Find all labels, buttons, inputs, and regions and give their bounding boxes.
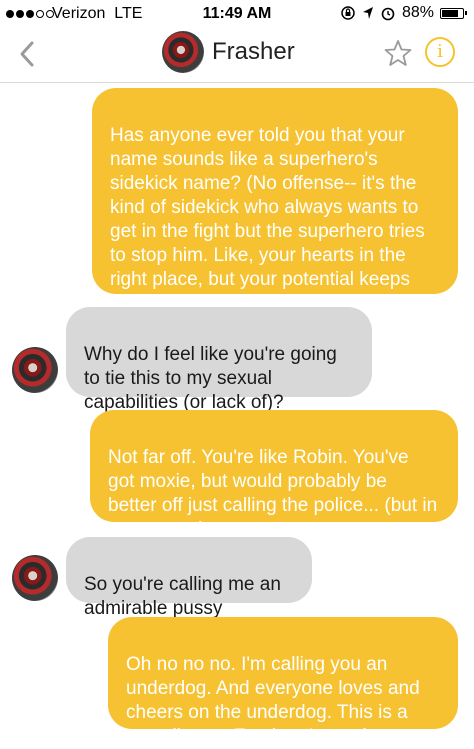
status-icons: 88%	[340, 4, 467, 22]
message-bubble-incoming: Why do I feel like you're going to tie t…	[66, 307, 372, 413]
message-bubble-incoming: So you're calling me an admirable pussy	[66, 537, 312, 619]
info-button[interactable]: i	[425, 37, 455, 67]
message-text: Has anyone ever told you that your name …	[110, 125, 425, 314]
message-bubble-outgoing: Not far off. You're like Robin. You've g…	[90, 410, 458, 540]
message-bubble-outgoing: Oh no no no. I'm calling you an underdog…	[108, 617, 458, 747]
favorite-button[interactable]	[383, 38, 413, 68]
sender-avatar[interactable]	[12, 347, 58, 393]
location-arrow-icon	[362, 7, 373, 19]
message-text: Not far off. You're like Robin. You've g…	[108, 447, 438, 540]
sender-avatar[interactable]	[12, 555, 58, 601]
chevron-left-icon	[20, 41, 34, 67]
alarm-icon	[381, 7, 395, 21]
message-bubble-outgoing: Has anyone ever told you that your name …	[92, 88, 458, 314]
info-icon: i	[437, 41, 443, 62]
message-text: Oh no no no. I'm calling you an underdog…	[126, 654, 420, 747]
star-icon	[384, 40, 412, 66]
battery-percentage: 88%	[401, 4, 434, 21]
battery-icon	[440, 7, 467, 19]
rotation-lock-icon	[341, 6, 355, 20]
back-button[interactable]	[14, 38, 42, 70]
contact-name[interactable]: Frasher	[212, 38, 295, 66]
message-text: So you're calling me an admirable pussy	[84, 574, 281, 619]
nav-bar: Frasher i	[0, 28, 474, 83]
contact-avatar[interactable]	[162, 31, 204, 73]
message-text: Why do I feel like you're going to tie t…	[84, 344, 337, 413]
battery-fill	[442, 9, 458, 17]
status-bar: Verizon LTE 11:49 AM 88%	[0, 0, 474, 28]
